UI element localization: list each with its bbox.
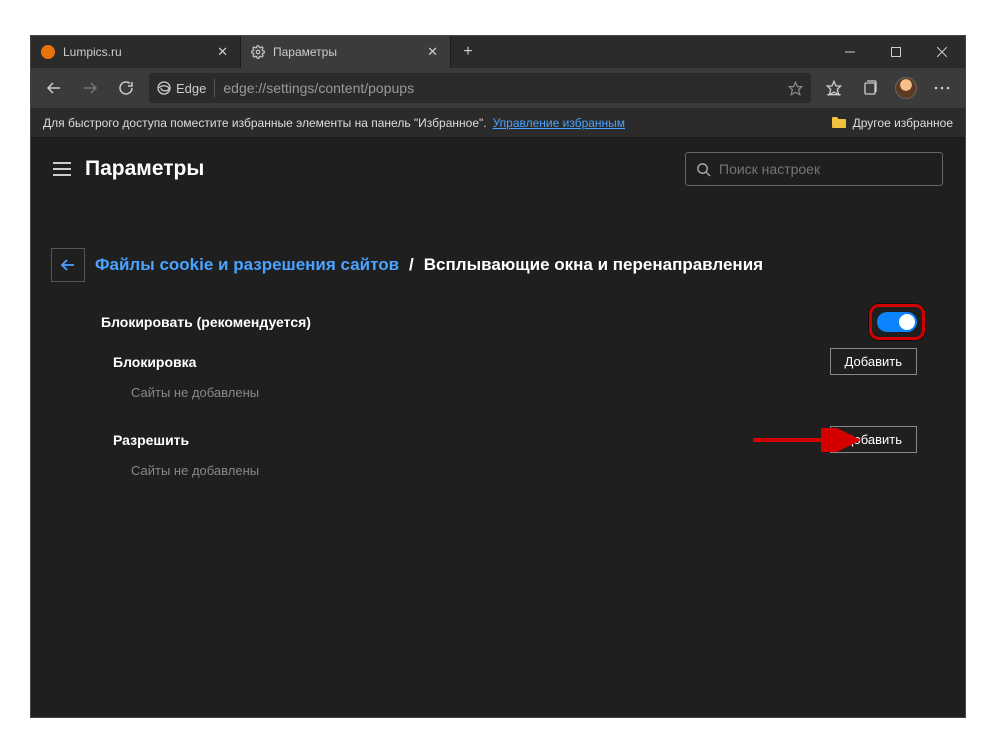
block-section-row: Блокировка Добавить	[79, 338, 917, 379]
block-section-label: Блокировка	[113, 354, 196, 370]
toolbar: Edge edge://settings/content/popups	[31, 68, 965, 108]
tab-title: Lumpics.ru	[63, 45, 122, 59]
favorite-star-icon[interactable]	[788, 81, 803, 96]
browser-window: Lumpics.ru ✕ Параметры ✕ + Edge edg	[30, 35, 966, 718]
favbar-text: Для быстрого доступа поместите избранные…	[43, 116, 487, 130]
tab-lumpics[interactable]: Lumpics.ru ✕	[31, 36, 241, 68]
breadcrumb-link[interactable]: Файлы cookie и разрешения сайтов	[95, 255, 399, 275]
block-add-button[interactable]: Добавить	[830, 348, 917, 375]
block-empty-text: Сайты не добавлены	[79, 379, 917, 416]
allow-empty-text: Сайты не добавлены	[79, 457, 917, 494]
allow-section-label: Разрешить	[113, 432, 189, 448]
titlebar: Lumpics.ru ✕ Параметры ✕ +	[31, 36, 965, 68]
close-window-button[interactable]	[919, 36, 965, 68]
favicon-lumpics	[41, 45, 55, 59]
folder-icon	[831, 116, 847, 129]
breadcrumb: Файлы cookie и разрешения сайтов / Всплы…	[31, 200, 965, 302]
page-content: Параметры Файлы cookie и разрешения сайт…	[31, 138, 965, 717]
back-button[interactable]	[37, 72, 71, 104]
separator	[214, 79, 215, 97]
settings-menu-button[interactable]	[53, 162, 71, 176]
gear-icon	[251, 45, 265, 59]
block-recommended-label: Блокировать (рекомендуется)	[101, 314, 311, 330]
tab-title: Параметры	[273, 45, 337, 59]
close-tab-icon[interactable]: ✕	[213, 44, 232, 60]
other-favorites[interactable]: Другое избранное	[853, 116, 953, 130]
page-title: Параметры	[85, 157, 204, 181]
allow-add-button[interactable]: Добавить	[830, 426, 917, 453]
window-controls	[827, 36, 965, 68]
block-toggle[interactable]	[877, 312, 917, 332]
settings-header: Параметры	[31, 138, 965, 200]
arrow-left-icon	[60, 257, 76, 273]
url-text: edge://settings/content/popups	[223, 80, 414, 96]
site-identity-label: Edge	[176, 81, 206, 96]
maximize-button[interactable]	[873, 36, 919, 68]
forward-button[interactable]	[73, 72, 107, 104]
settings-body: Блокировать (рекомендуется) Блокировка Д…	[31, 302, 965, 494]
favbar-manage-link[interactable]: Управление избранным	[493, 116, 625, 130]
breadcrumb-back-button[interactable]	[51, 248, 85, 282]
breadcrumb-current: Всплывающие окна и перенаправления	[424, 255, 763, 275]
edge-logo-icon	[157, 81, 171, 95]
breadcrumb-sep: /	[409, 255, 414, 275]
search-icon	[696, 162, 711, 177]
site-identity[interactable]: Edge	[157, 81, 206, 96]
allow-section-row: Разрешить Добавить	[79, 416, 917, 457]
refresh-button[interactable]	[109, 72, 143, 104]
block-recommended-row: Блокировать (рекомендуется)	[79, 302, 917, 338]
new-tab-button[interactable]: +	[451, 36, 485, 68]
favorites-bar: Для быстрого доступа поместите избранные…	[31, 108, 965, 138]
close-tab-icon[interactable]: ✕	[423, 44, 442, 60]
search-input[interactable]	[719, 161, 932, 177]
minimize-button[interactable]	[827, 36, 873, 68]
address-bar[interactable]: Edge edge://settings/content/popups	[149, 73, 811, 103]
favorites-button[interactable]	[817, 72, 851, 104]
app-menu-button[interactable]	[925, 72, 959, 104]
collections-button[interactable]	[853, 72, 887, 104]
settings-search[interactable]	[685, 152, 943, 186]
tab-settings[interactable]: Параметры ✕	[241, 36, 451, 68]
profile-avatar[interactable]	[889, 72, 923, 104]
